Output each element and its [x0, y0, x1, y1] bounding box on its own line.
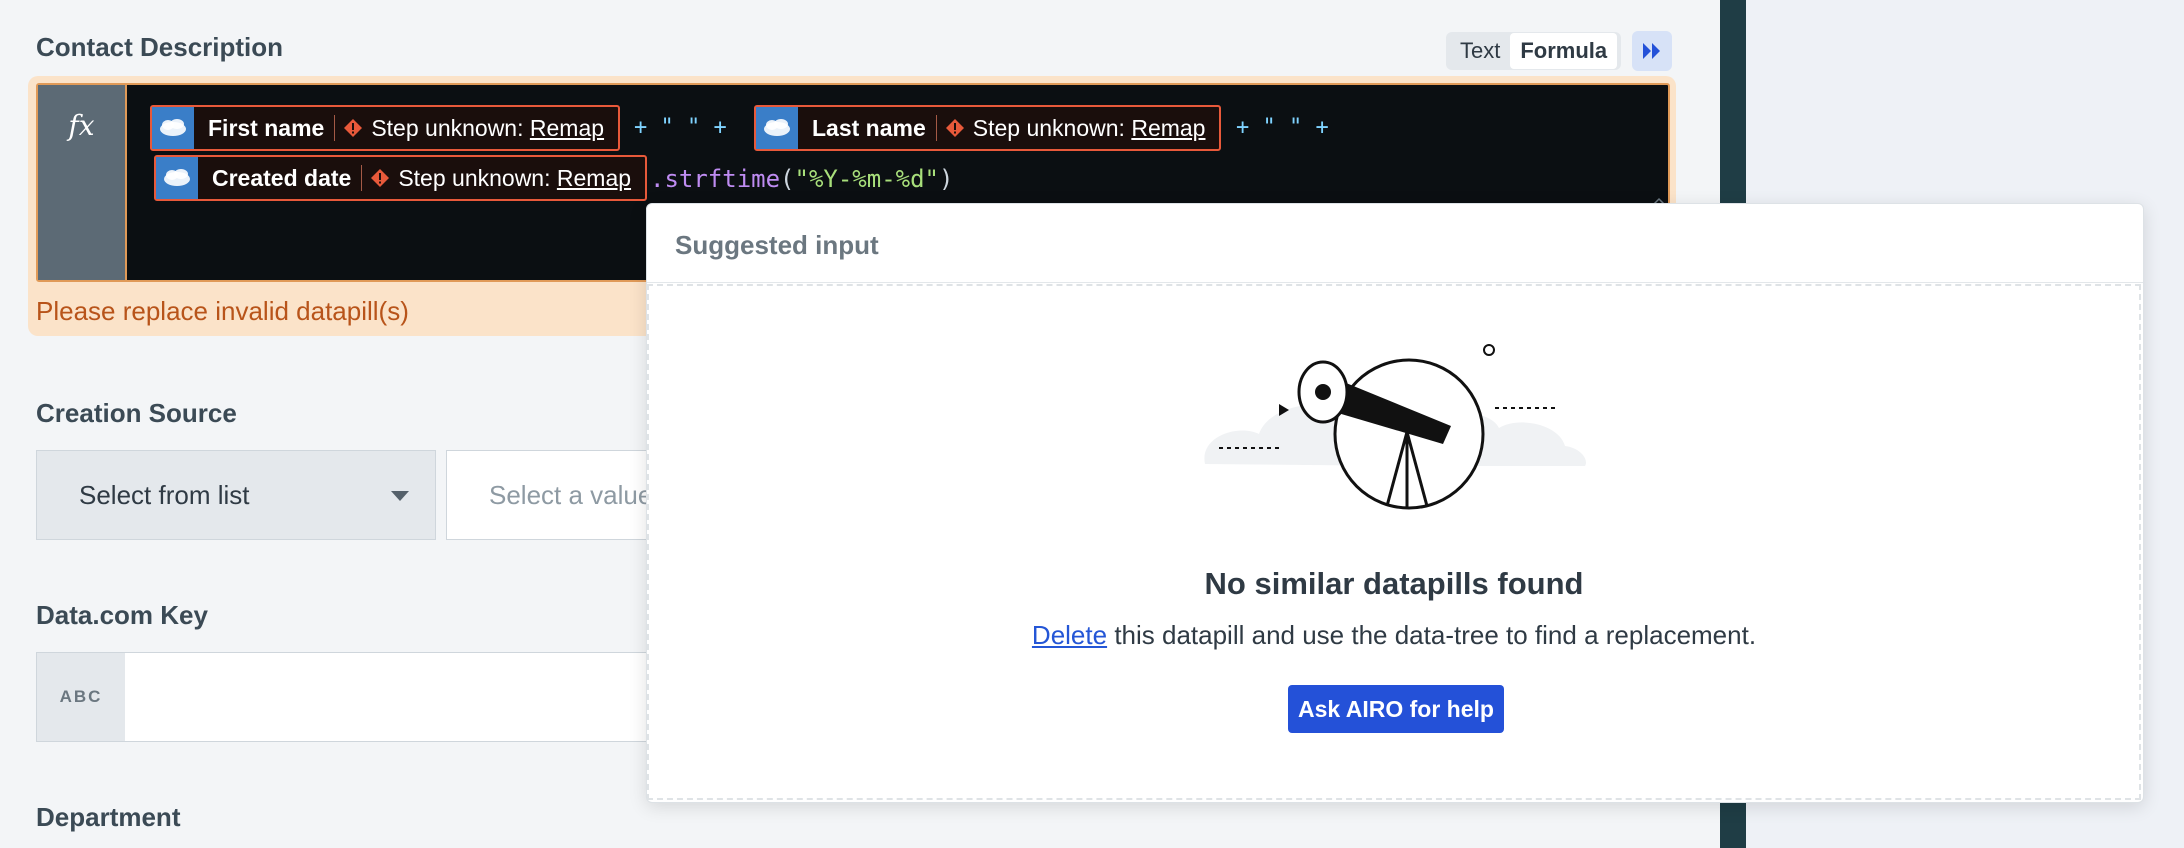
remap-link[interactable]: Remap [1131, 115, 1205, 141]
text-type-badge: ABC [36, 652, 126, 742]
error-message: Please replace invalid datapill(s) [36, 296, 409, 326]
datapill-name: First name [208, 114, 325, 141]
remap-link[interactable]: Remap [530, 115, 604, 141]
department-label: Department [36, 802, 181, 832]
pill-separator [334, 115, 336, 141]
mode-formula-option[interactable]: Formula [1510, 33, 1618, 69]
popover-header: Suggested input [647, 204, 2143, 283]
formula-code: .strftime("%Y-%m-%d") [650, 165, 953, 193]
pill-step-text: Step unknown: [972, 114, 1125, 141]
warning-diamond-icon [945, 118, 965, 138]
code-method: .strftime [650, 165, 781, 193]
formula-operator: + " " + [1236, 115, 1329, 140]
expand-button[interactable] [1632, 31, 1672, 71]
caret-down-icon [391, 491, 409, 501]
delete-link[interactable]: Delete [1032, 620, 1107, 650]
empty-state-description: Delete this datapill and use the data-tr… [649, 620, 2139, 651]
fx-icon: fx [68, 109, 95, 142]
code-paren-close: ) [939, 165, 954, 193]
creation-source-label: Creation Source [36, 398, 237, 428]
warning-diamond-icon [343, 118, 363, 138]
warning-diamond-icon [370, 168, 390, 188]
remap-link[interactable]: Remap [557, 165, 631, 191]
pill-step-text: Step unknown: [371, 114, 524, 141]
empty-state-text: this datapill and use the data-tree to f… [1114, 620, 1757, 650]
pill-step-text: Step unknown: [398, 164, 551, 191]
telescope-illustration-icon [1204, 344, 1587, 510]
datacom-key-input[interactable] [125, 652, 685, 742]
salesforce-icon [156, 157, 198, 199]
datapill-last-name[interactable]: Last name Step unknown: Remap [754, 105, 1222, 151]
datapill-name: Last name [812, 114, 926, 141]
datapill-name: Created date [212, 164, 352, 191]
salesforce-icon [152, 107, 194, 149]
pill-separator [935, 115, 937, 141]
datapill-created-date[interactable]: Created date Step unknown: Remap [154, 155, 648, 201]
salesforce-icon [756, 107, 798, 149]
formula-operator: + " " + [634, 115, 727, 140]
empty-state-title: No similar datapills found [1204, 566, 1584, 601]
mode-text-option[interactable]: Text [1450, 33, 1510, 69]
code-argument: "%Y-%m-%d" [794, 165, 940, 193]
suggested-input-popover: Suggested input No similar datapills fou… [646, 203, 2144, 803]
select-from-list-dropdown[interactable]: Select from list [36, 450, 436, 540]
value-placeholder: Select a value [489, 479, 653, 510]
code-paren-open: ( [780, 165, 795, 193]
fx-gutter: fx [38, 85, 127, 280]
pill-separator [361, 165, 363, 191]
double-chevron-right-icon [1643, 43, 1660, 59]
contact-description-label: Contact Description [36, 32, 284, 62]
ask-airo-button[interactable]: Ask AIRO for help [1288, 685, 1504, 733]
mode-toggle[interactable]: Text Formula [1446, 32, 1622, 70]
dropdown-label: Select from list [79, 479, 250, 510]
popover-body: No similar datapills found Delete this d… [647, 284, 2141, 800]
datapill-first-name[interactable]: First name Step unknown: Remap [150, 105, 621, 151]
datacom-key-label: Data.com Key [36, 600, 208, 630]
popover-title: Suggested input [675, 230, 879, 260]
